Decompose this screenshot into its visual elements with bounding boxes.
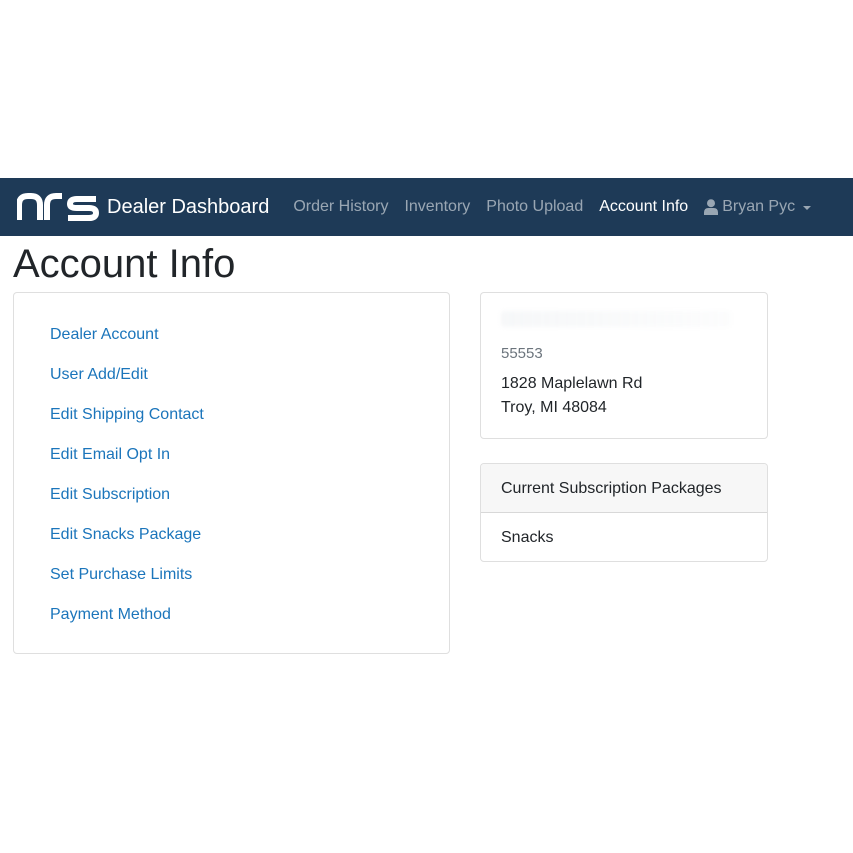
subscription-card: Current Subscription Packages Snacks xyxy=(480,463,768,562)
menu-link-edit-subscription[interactable]: Edit Subscription xyxy=(50,483,204,523)
redacted-dealer-name xyxy=(501,311,731,327)
user-name: Bryan Pyc xyxy=(722,198,796,215)
nav-photo-upload[interactable]: Photo Upload xyxy=(478,198,591,216)
user-dropdown-toggle[interactable]: Bryan Pyc xyxy=(696,198,819,216)
menu-link-set-purchase-limits[interactable]: Set Purchase Limits xyxy=(50,563,204,603)
menu-link-payment-method[interactable]: Payment Method xyxy=(50,603,204,643)
user-icon xyxy=(704,199,719,215)
city-state-zip: Troy, MI 48084 xyxy=(501,399,607,416)
street-address: 1828 Maplelawn Rd xyxy=(501,375,643,392)
nav-account-info[interactable]: Account Info xyxy=(591,198,696,216)
account-menu-list: Dealer Account User Add/Edit Edit Shippi… xyxy=(50,323,204,643)
menu-link-edit-shipping-contact[interactable]: Edit Shipping Contact xyxy=(50,403,204,443)
top-navbar: Dealer Dashboard Order History Inventory… xyxy=(0,178,853,236)
brand-title: Dealer Dashboard xyxy=(107,195,270,218)
subscription-card-header: Current Subscription Packages xyxy=(481,464,767,513)
account-menu-card: Dealer Account User Add/Edit Edit Shippi… xyxy=(13,292,450,654)
caret-down-icon xyxy=(803,206,812,210)
dealer-number: 55553 xyxy=(501,345,543,362)
nav-inventory[interactable]: Inventory xyxy=(396,198,478,216)
brand-link[interactable]: Dealer Dashboard xyxy=(17,178,269,236)
menu-link-edit-snacks-package[interactable]: Edit Snacks Package xyxy=(50,523,204,563)
page-title: Account Info xyxy=(13,242,236,286)
menu-link-edit-email-opt-in[interactable]: Edit Email Opt In xyxy=(50,443,204,483)
page: Dealer Dashboard Order History Inventory… xyxy=(0,0,853,853)
nrs-logo-icon xyxy=(17,193,99,221)
menu-link-dealer-account[interactable]: Dealer Account xyxy=(50,323,204,363)
nav-order-history[interactable]: Order History xyxy=(285,198,396,216)
menu-link-user-add-edit[interactable]: User Add/Edit xyxy=(50,363,204,403)
dealer-address-card: 55553 1828 Maplelawn Rd Troy, MI 48084 xyxy=(480,292,768,439)
subscription-package-item: Snacks xyxy=(501,529,554,546)
nav-links: Order History Inventory Photo Upload Acc… xyxy=(285,178,819,236)
